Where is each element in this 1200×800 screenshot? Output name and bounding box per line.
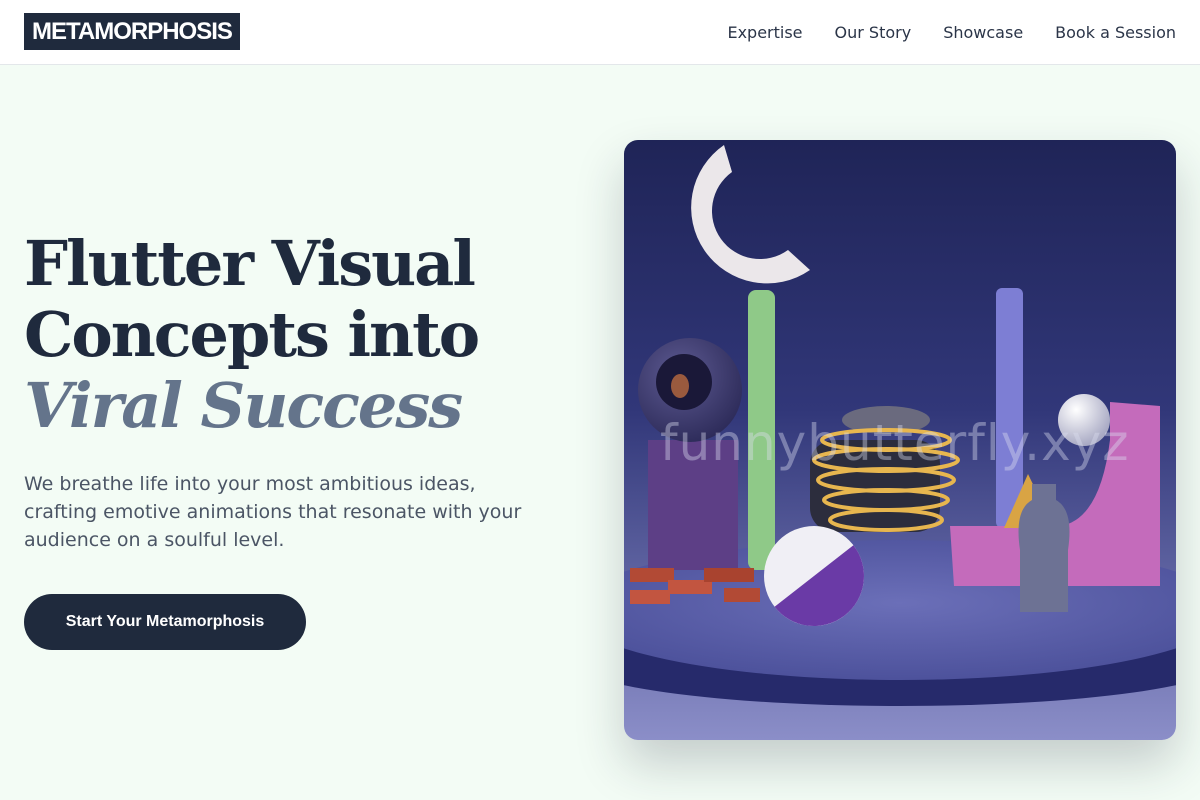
- watermark-text: funnybutterfly.xyz: [660, 414, 1130, 472]
- hero-title: Flutter Visual Concepts into Viral Succe…: [24, 228, 584, 441]
- hero-title-line-2: Concepts into: [24, 298, 480, 371]
- nav-link-our-story[interactable]: Our Story: [835, 23, 912, 42]
- nav-link-book-session[interactable]: Book a Session: [1055, 23, 1176, 42]
- hero-title-line-1: Flutter Visual: [24, 227, 476, 300]
- logo[interactable]: METAMORPHOSIS: [24, 13, 240, 50]
- hero-illustration: funnybutterfly.xyz: [624, 140, 1176, 740]
- hero-title-accent: Viral Success: [24, 369, 463, 442]
- hero-subtitle: We breathe life into your most ambitious…: [24, 473, 522, 551]
- site-header: METAMORPHOSIS Expertise Our Story Showca…: [0, 0, 1200, 65]
- nav-link-expertise[interactable]: Expertise: [727, 23, 802, 42]
- main-nav: Expertise Our Story Showcase Book a Sess…: [727, 0, 1176, 65]
- nav-link-showcase[interactable]: Showcase: [943, 23, 1023, 42]
- start-metamorphosis-button[interactable]: Start Your Metamorphosis: [24, 594, 306, 650]
